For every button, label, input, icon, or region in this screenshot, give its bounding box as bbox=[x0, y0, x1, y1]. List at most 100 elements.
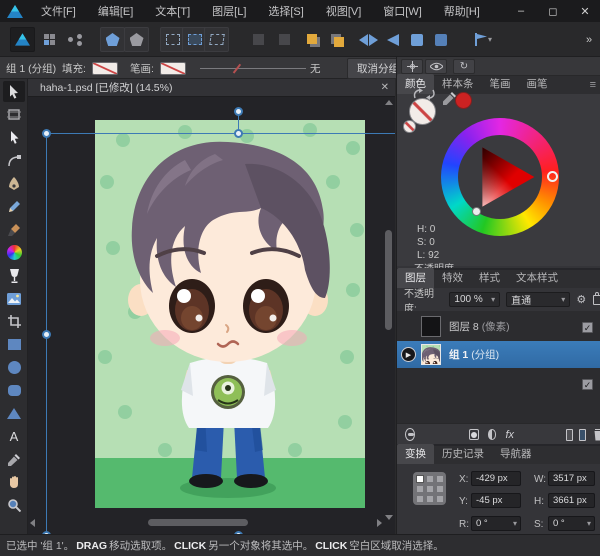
eyedropper-icon[interactable] bbox=[443, 92, 456, 105]
document-tab[interactable]: haha-1.psd [已修改] (14.5%) bbox=[40, 80, 172, 95]
flip-horizontal-icon[interactable] bbox=[356, 27, 381, 52]
ellipse-tool[interactable] bbox=[3, 357, 25, 378]
edit-all-layers-icon[interactable] bbox=[405, 428, 415, 441]
move-to-front-icon[interactable] bbox=[300, 27, 325, 52]
layer-row-group[interactable]: ▶ 组 1 (分组) ✓ bbox=[397, 341, 600, 368]
s-dropdown[interactable]: 0 °▾ bbox=[548, 516, 595, 531]
vertical-scrollbar[interactable] bbox=[384, 100, 393, 520]
selection-handle-mid-left[interactable] bbox=[42, 330, 51, 339]
preview-eye-icon[interactable] bbox=[425, 59, 447, 74]
node-tool[interactable] bbox=[3, 127, 25, 148]
panel-menu-icon[interactable]: ≡ bbox=[590, 79, 596, 91]
marquee-transform-icon[interactable] bbox=[204, 27, 229, 52]
canvas[interactable] bbox=[28, 97, 395, 534]
export-persona-icon[interactable] bbox=[62, 27, 87, 52]
scroll-up-icon[interactable] bbox=[385, 100, 393, 105]
crop-tool[interactable] bbox=[3, 311, 25, 332]
hand-tool[interactable] bbox=[3, 472, 25, 493]
h-input[interactable]: 3661 px bbox=[548, 493, 595, 508]
corner-tool[interactable] bbox=[3, 150, 25, 171]
tab-navigator[interactable]: 导航器 bbox=[492, 444, 540, 464]
delete-layer-icon[interactable] bbox=[593, 429, 600, 441]
move-tool[interactable] bbox=[3, 81, 25, 102]
edit-selection-icon[interactable] bbox=[124, 27, 149, 52]
vertical-scroll-thumb[interactable] bbox=[385, 230, 392, 330]
fill-tool[interactable] bbox=[3, 265, 25, 286]
maximize-button[interactable]: ◻ bbox=[546, 5, 560, 18]
tab-brushes[interactable]: 画笔 bbox=[519, 74, 556, 94]
designer-persona-icon[interactable] bbox=[10, 27, 35, 52]
tab-styles[interactable]: 样式 bbox=[471, 268, 508, 288]
menu-window[interactable]: 窗口[W] bbox=[372, 3, 433, 19]
vector-brush-tool[interactable] bbox=[3, 242, 25, 263]
menu-select[interactable]: 选择[S] bbox=[257, 3, 314, 19]
scroll-right-icon[interactable] bbox=[377, 519, 382, 527]
flip-vertical-icon[interactable] bbox=[380, 27, 405, 52]
sync-icon[interactable]: ↻ bbox=[453, 59, 475, 74]
color-picker-tool[interactable] bbox=[3, 449, 25, 470]
stroke-width-slider[interactable] bbox=[200, 68, 306, 69]
scroll-down-icon[interactable] bbox=[385, 515, 393, 520]
fill-swatch[interactable] bbox=[92, 61, 118, 75]
document-close-icon[interactable]: ✕ bbox=[381, 82, 389, 93]
horizontal-scroll-thumb[interactable] bbox=[148, 519, 248, 526]
new-pixel-layer-icon[interactable] bbox=[579, 429, 586, 441]
color-wheel[interactable] bbox=[441, 118, 559, 236]
rounded-rectangle-tool[interactable] bbox=[3, 380, 25, 401]
menu-text[interactable]: 文本[T] bbox=[144, 3, 201, 19]
adjustment-layer-icon[interactable] bbox=[488, 429, 497, 440]
artboard-tool[interactable] bbox=[3, 104, 25, 125]
selection-handle-top-center[interactable] bbox=[234, 129, 243, 138]
pen-tool[interactable] bbox=[3, 173, 25, 194]
move-anchor-icon[interactable] bbox=[401, 59, 423, 74]
layer-effects-icon[interactable]: fx bbox=[505, 429, 514, 441]
y-input[interactable]: -45 px bbox=[471, 493, 521, 508]
snapping-toggle-icon[interactable]: ▾ bbox=[466, 27, 500, 52]
menu-help[interactable]: 帮助[H] bbox=[433, 3, 491, 19]
toolbar-overflow-icon[interactable]: » bbox=[580, 27, 598, 52]
picked-color-swatch[interactable] bbox=[455, 92, 472, 109]
close-button[interactable]: ✕ bbox=[578, 5, 592, 18]
selection-handle-top-left[interactable] bbox=[42, 129, 51, 138]
move-to-back-icon[interactable] bbox=[324, 27, 349, 52]
new-layer-icon[interactable] bbox=[566, 429, 573, 441]
w-input[interactable]: 3517 px bbox=[548, 471, 595, 486]
blend-options-gear-icon[interactable]: ⚙ bbox=[576, 293, 586, 306]
r-dropdown[interactable]: 0 °▾ bbox=[471, 516, 521, 531]
triangle-tool[interactable] bbox=[3, 403, 25, 424]
menu-view[interactable]: 视图[V] bbox=[315, 3, 372, 19]
zoom-tool[interactable] bbox=[3, 495, 25, 516]
insert-behind-icon[interactable] bbox=[404, 27, 429, 52]
sl-marker[interactable] bbox=[472, 207, 481, 216]
insert-target-icon[interactable] bbox=[428, 27, 453, 52]
insert-inside-icon[interactable] bbox=[100, 27, 125, 52]
x-input[interactable]: -429 px bbox=[471, 471, 521, 486]
anchor-point-selector[interactable] bbox=[413, 472, 446, 505]
pixel-persona-icon[interactable] bbox=[37, 27, 62, 52]
tab-text-styles[interactable]: 文本样式 bbox=[508, 268, 566, 288]
app-logo-icon[interactable] bbox=[0, 5, 30, 18]
layer-row-pixel[interactable]: 图层 8 (像素) ✓ bbox=[397, 313, 600, 340]
layer-visibility-checkbox[interactable]: ✓ bbox=[582, 322, 593, 333]
stroke-swatch[interactable] bbox=[160, 61, 186, 75]
menu-file[interactable]: 文件[F] bbox=[30, 3, 87, 19]
blend-mode-dropdown[interactable]: 直通 ▾ bbox=[506, 292, 570, 307]
mask-layer-icon[interactable] bbox=[469, 429, 478, 440]
scroll-left-icon[interactable] bbox=[30, 519, 35, 527]
tab-swatches[interactable]: 样本条 bbox=[434, 74, 482, 94]
expand-group-icon[interactable]: ▶ bbox=[401, 347, 416, 362]
rotation-handle[interactable] bbox=[234, 107, 243, 116]
brush-tool[interactable] bbox=[3, 219, 25, 240]
layers-opacity-dropdown[interactable]: 100 % ▾ bbox=[449, 292, 500, 307]
menu-layer[interactable]: 图层[L] bbox=[201, 3, 257, 19]
hue-marker[interactable] bbox=[547, 171, 558, 182]
menu-edit[interactable]: 编辑[E] bbox=[87, 3, 144, 19]
text-tool[interactable]: A bbox=[3, 426, 25, 447]
minimize-button[interactable]: – bbox=[514, 5, 528, 17]
stroke-color-well[interactable] bbox=[403, 120, 416, 133]
tab-stroke[interactable]: 笔画 bbox=[482, 74, 519, 94]
pencil-tool[interactable] bbox=[3, 196, 25, 217]
rectangle-tool[interactable] bbox=[3, 334, 25, 355]
layer-visibility-checkbox[interactable]: ✓ bbox=[582, 379, 593, 390]
tab-transform[interactable]: 变换 bbox=[397, 444, 434, 464]
